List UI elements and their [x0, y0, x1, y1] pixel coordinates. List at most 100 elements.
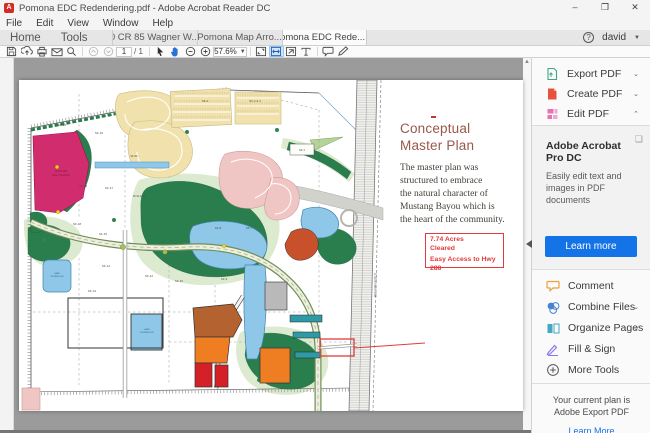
plan-heading: Conceptual Master Plan: [400, 120, 520, 154]
zoom-in-icon[interactable]: [198, 46, 213, 57]
chevron-up-icon: ⌃: [633, 110, 639, 118]
chevron-down-icon: ⌄: [633, 90, 639, 98]
map-label: SF-16: [95, 131, 104, 135]
help-icon[interactable]: ?: [583, 32, 594, 43]
map-label: SF-10: [175, 279, 184, 283]
tool-more-tools[interactable]: More Tools: [532, 360, 650, 380]
fill-sign-icon: [546, 343, 560, 356]
title-bar: A Pomona EDC Redendering.pdf - Adobe Acr…: [0, 0, 650, 16]
window-title: Pomona EDC Redendering.pdf - Adobe Acrob…: [19, 3, 270, 14]
acrobat-app-icon: A: [4, 3, 14, 13]
document-area: ▲: [14, 58, 531, 433]
fit-page-icon[interactable]: [254, 46, 269, 57]
acrobat-pro-promo: ❏ Adobe Acrobat Pro DC Easily edit text …: [532, 125, 650, 270]
tools-panel: Export PDF ⌄ Create PDF ⌄ Edit PDF ⌃ ❏ A…: [531, 58, 650, 433]
menu-view[interactable]: View: [67, 18, 89, 29]
edit-pdf-icon: [546, 107, 559, 121]
learn-more-button[interactable]: Learn more: [545, 236, 637, 257]
navigation-pane-collapsed[interactable]: [0, 58, 14, 433]
tool-organize-pages[interactable]: Organize Pages ⌄: [532, 318, 650, 338]
logo-mark: [431, 116, 436, 118]
doc-tab-3-active[interactable]: Pomona EDC Rede... ×: [282, 30, 367, 45]
close-button[interactable]: ✕: [620, 0, 650, 16]
map-label: SF-8A: [130, 154, 138, 158]
map-label: ALVIN ISD: [55, 169, 67, 173]
plan-description: The master plan wasstructured to embrace…: [400, 162, 512, 227]
map-label: SF-18: [73, 222, 82, 226]
fit-width-icon[interactable]: [269, 46, 284, 57]
save-icon[interactable]: [4, 46, 19, 57]
user-menu[interactable]: david: [602, 32, 626, 43]
minimize-button[interactable]: –: [560, 0, 590, 16]
chevron-down-icon: ⌄: [633, 70, 639, 78]
map-label: DETENTION: [51, 276, 64, 278]
map-label: SF-4: [202, 99, 209, 103]
export-pdf-icon: [546, 67, 559, 81]
page-number-input[interactable]: 1: [116, 47, 132, 57]
fullscreen-icon[interactable]: [284, 46, 299, 57]
reading-mode-icon[interactable]: [299, 46, 314, 57]
map-label: STATE HWY 288: [373, 273, 377, 297]
map-label: DETENTION: [141, 332, 154, 334]
hand-tool-icon[interactable]: [168, 46, 183, 57]
comment-icon: [546, 280, 560, 292]
menu-bar: File Edit View Window Help: [0, 16, 650, 30]
share-upload-icon[interactable]: [19, 46, 34, 57]
map-label: SF-17: [105, 186, 114, 190]
acrobat-window: A Pomona EDC Redendering.pdf - Adobe Acr…: [0, 0, 650, 433]
doc-tab-1[interactable]: 0 CR 85 Wagner W...: [112, 30, 197, 45]
tool-edit-pdf[interactable]: Edit PDF ⌃: [532, 104, 650, 124]
zoom-level-dropdown[interactable]: 57.6% ▼: [213, 47, 247, 57]
tool-export-pdf[interactable]: Export PDF ⌄: [532, 64, 650, 84]
pdf-page: SF-21 SF-16 SF-4 SF-2 & 3 SF-19 SF-17 SF-18 SF-…: [19, 80, 523, 411]
map-label: SF-21: [58, 123, 67, 127]
map-label: SF-9: [221, 277, 228, 281]
pencil-tool-icon[interactable]: [336, 46, 351, 57]
next-page-icon[interactable]: [101, 46, 116, 57]
user-caret-icon: ▼: [634, 35, 640, 41]
menu-help[interactable]: Help: [152, 18, 173, 29]
tab-tools[interactable]: Tools: [51, 30, 98, 45]
map-label: LAKE: [54, 272, 60, 275]
map-label: SF-2 & 3: [249, 99, 261, 103]
scroll-up-icon[interactable]: ▲: [523, 59, 531, 65]
menu-file[interactable]: File: [6, 18, 22, 29]
tool-comment[interactable]: Comment: [532, 276, 650, 296]
search-icon[interactable]: [64, 46, 79, 57]
promo-title: Adobe Acrobat Pro DC: [546, 140, 639, 164]
map-label: LAKE: [144, 328, 150, 331]
select-tool-icon[interactable]: [153, 46, 168, 57]
create-pdf-icon: [546, 87, 559, 101]
plan-footer: Your current plan is Adobe Export PDF Le…: [532, 383, 650, 433]
more-tools-icon: [546, 363, 560, 377]
zoom-caret-icon: ▼: [240, 49, 246, 55]
previous-page-icon[interactable]: [86, 46, 101, 57]
map-label: SF-14: [102, 264, 111, 268]
chevron-down-icon: ⌄: [633, 324, 639, 332]
map-label: SF-13: [88, 289, 97, 293]
tab-home[interactable]: Home: [0, 30, 51, 45]
tool-create-pdf[interactable]: Create PDF ⌄: [532, 84, 650, 104]
zoom-out-icon[interactable]: [183, 46, 198, 57]
tool-fill-sign[interactable]: Fill & Sign: [532, 339, 650, 359]
promo-description: Easily edit text and images in PDF docum…: [546, 170, 639, 206]
map-label: SF-9A & 9B: [133, 195, 146, 198]
comment-bubble-icon[interactable]: [321, 46, 336, 57]
tool-combine-files[interactable]: Combine Files ⌄: [532, 297, 650, 317]
maximize-button[interactable]: ❐: [590, 0, 620, 16]
map-label: SF-1: [299, 148, 306, 152]
menu-window[interactable]: Window: [103, 18, 139, 29]
print-icon[interactable]: [34, 46, 49, 57]
organize-pages-icon: [546, 322, 560, 335]
menu-edit[interactable]: Edit: [36, 18, 53, 29]
map-label: SF-8: [215, 226, 222, 230]
chevron-down-icon: ⌄: [633, 303, 639, 311]
map-label: HIGH SCHOOL: [52, 173, 71, 177]
map-label: SF-19: [79, 184, 88, 188]
map-label: SF-15: [99, 232, 108, 236]
map-label: SF-7: [246, 226, 253, 230]
plan-learn-more-link[interactable]: Learn More: [540, 426, 643, 433]
toolbar: 1 / 1 57.6% ▼: [0, 46, 650, 58]
email-icon[interactable]: [49, 46, 64, 57]
doc-tab-2[interactable]: Pomona Map Arro...: [197, 30, 282, 45]
